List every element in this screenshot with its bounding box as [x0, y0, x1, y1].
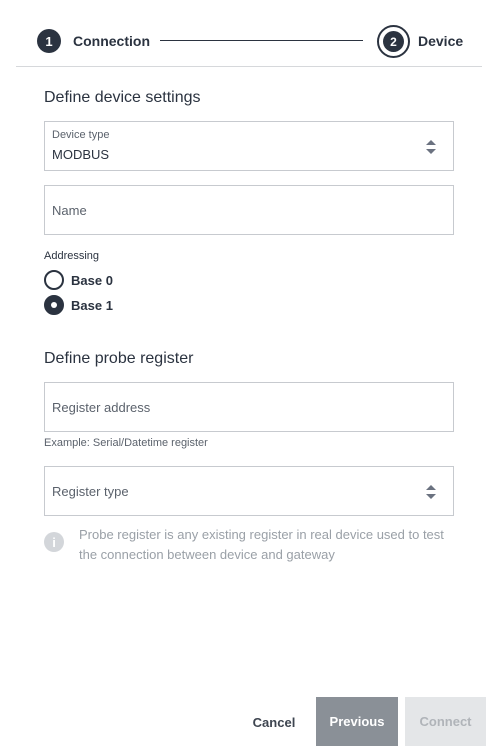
radio-base-1-label: Base 1: [71, 297, 113, 313]
register-address-field[interactable]: Register address: [44, 382, 454, 432]
register-address-hint: Example: Serial/Datetime register: [44, 437, 208, 449]
step-2-number: 2: [383, 31, 404, 52]
sort-arrows-icon: [426, 140, 436, 154]
radio-button[interactable]: [44, 270, 64, 290]
step-2-label: Device: [418, 33, 464, 49]
probe-register-info: Probe register is any existing register …: [79, 527, 444, 562]
cancel-button[interactable]: Cancel: [240, 698, 308, 746]
radio-base-0-label: Base 0: [71, 272, 113, 288]
register-type-placeholder: Register type: [52, 484, 129, 499]
device-type-select[interactable]: Device type MODBUS: [44, 121, 454, 171]
name-placeholder: Name: [52, 203, 87, 218]
register-type-select[interactable]: Register type: [44, 466, 454, 516]
stepper-connector: [160, 40, 363, 41]
device-type-value: MODBUS: [52, 147, 110, 162]
addressing-label: Addressing: [44, 250, 100, 262]
stepper: 1 Connection 2 Device: [0, 0, 498, 67]
step-1-label: Connection: [73, 33, 150, 49]
info-icon: i: [44, 532, 64, 552]
radio-button-checked[interactable]: [44, 295, 64, 315]
name-field[interactable]: Name: [44, 185, 454, 235]
device-type-label: Device type: [52, 129, 110, 141]
register-address-placeholder: Register address: [52, 400, 151, 415]
radio-base-1[interactable]: Base 1: [44, 294, 113, 316]
sort-arrows-icon: [426, 485, 436, 499]
stepper-divider: [16, 66, 482, 67]
connect-button[interactable]: Connect: [405, 697, 486, 746]
step-1-number: 1: [37, 29, 61, 53]
probe-register-title: Define probe register: [44, 350, 194, 367]
step-2-indicator: 2: [377, 25, 410, 58]
radio-base-0[interactable]: Base 0: [44, 269, 113, 291]
device-settings-title: Define device settings: [44, 89, 201, 106]
add-device-dialog: 1 Connection 2 Device Define device sett…: [0, 0, 498, 755]
previous-button[interactable]: Previous: [316, 697, 398, 746]
